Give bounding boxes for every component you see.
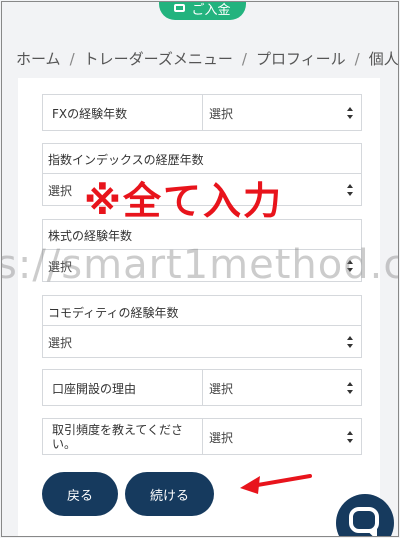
url-watermark: s://smart1method.c — [1, 242, 399, 288]
back-button[interactable]: 戻る — [42, 472, 118, 516]
app-frame: ご入金 ホーム/トレーダーズメニュー/プロフィール/個人情 FXの経験年数 選択… — [1, 1, 399, 537]
select-caret-icon — [346, 106, 355, 120]
account-reason-row: 口座開設の理由 選択 — [42, 369, 362, 406]
fx-experience-select[interactable]: 選択 — [203, 95, 361, 130]
deposit-button-label: ご入金 — [191, 2, 231, 18]
fx-experience-row: FXの経験年数 選択 — [42, 94, 362, 131]
select-caret-icon — [346, 381, 355, 395]
breadcrumb-home[interactable]: ホーム — [16, 50, 61, 68]
account-reason-select[interactable]: 選択 — [203, 370, 361, 405]
commodity-experience-label: コモディティの経験年数 — [48, 306, 179, 320]
continue-button[interactable]: 続ける — [125, 472, 214, 516]
chat-button[interactable] — [336, 494, 394, 536]
trade-frequency-select[interactable]: 選択 — [203, 419, 361, 454]
fx-experience-label: FXの経験年数 — [52, 107, 128, 121]
index-experience-label: 指数インデックスの経歴年数 — [48, 153, 204, 167]
commodity-experience-value: 選択 — [48, 336, 73, 350]
breadcrumb-personal-info: 個人情 — [368, 50, 399, 68]
red-arrow-icon — [240, 474, 312, 494]
trade-frequency-value: 選択 — [209, 431, 234, 445]
select-caret-icon — [346, 335, 355, 349]
input-all-annotation: ※全て入力 — [84, 179, 283, 223]
chat-icon — [349, 507, 379, 536]
fx-experience-value: 選択 — [209, 107, 234, 121]
index-experience-value: 選択 — [48, 184, 73, 198]
account-reason-label: 口座開設の理由 — [52, 382, 137, 396]
commodity-experience-group: コモディティの経験年数 選択 — [42, 295, 362, 358]
select-caret-icon — [346, 430, 355, 444]
breadcrumb: ホーム/トレーダーズメニュー/プロフィール/個人情 — [16, 48, 399, 69]
commodity-experience-select[interactable]: 選択 — [43, 325, 361, 357]
account-reason-value: 選択 — [209, 382, 234, 396]
breadcrumb-traders-menu[interactable]: トレーダーズメニュー — [84, 50, 233, 68]
select-caret-icon — [346, 183, 355, 197]
deposit-button[interactable]: ご入金 — [159, 2, 246, 20]
wallet-icon — [174, 4, 186, 12]
breadcrumb-profile[interactable]: プロフィール — [256, 50, 346, 68]
trade-frequency-label: 取引頻度を教えてください。 — [52, 423, 184, 451]
trade-frequency-row: 取引頻度を教えてください。 選択 — [42, 418, 362, 455]
